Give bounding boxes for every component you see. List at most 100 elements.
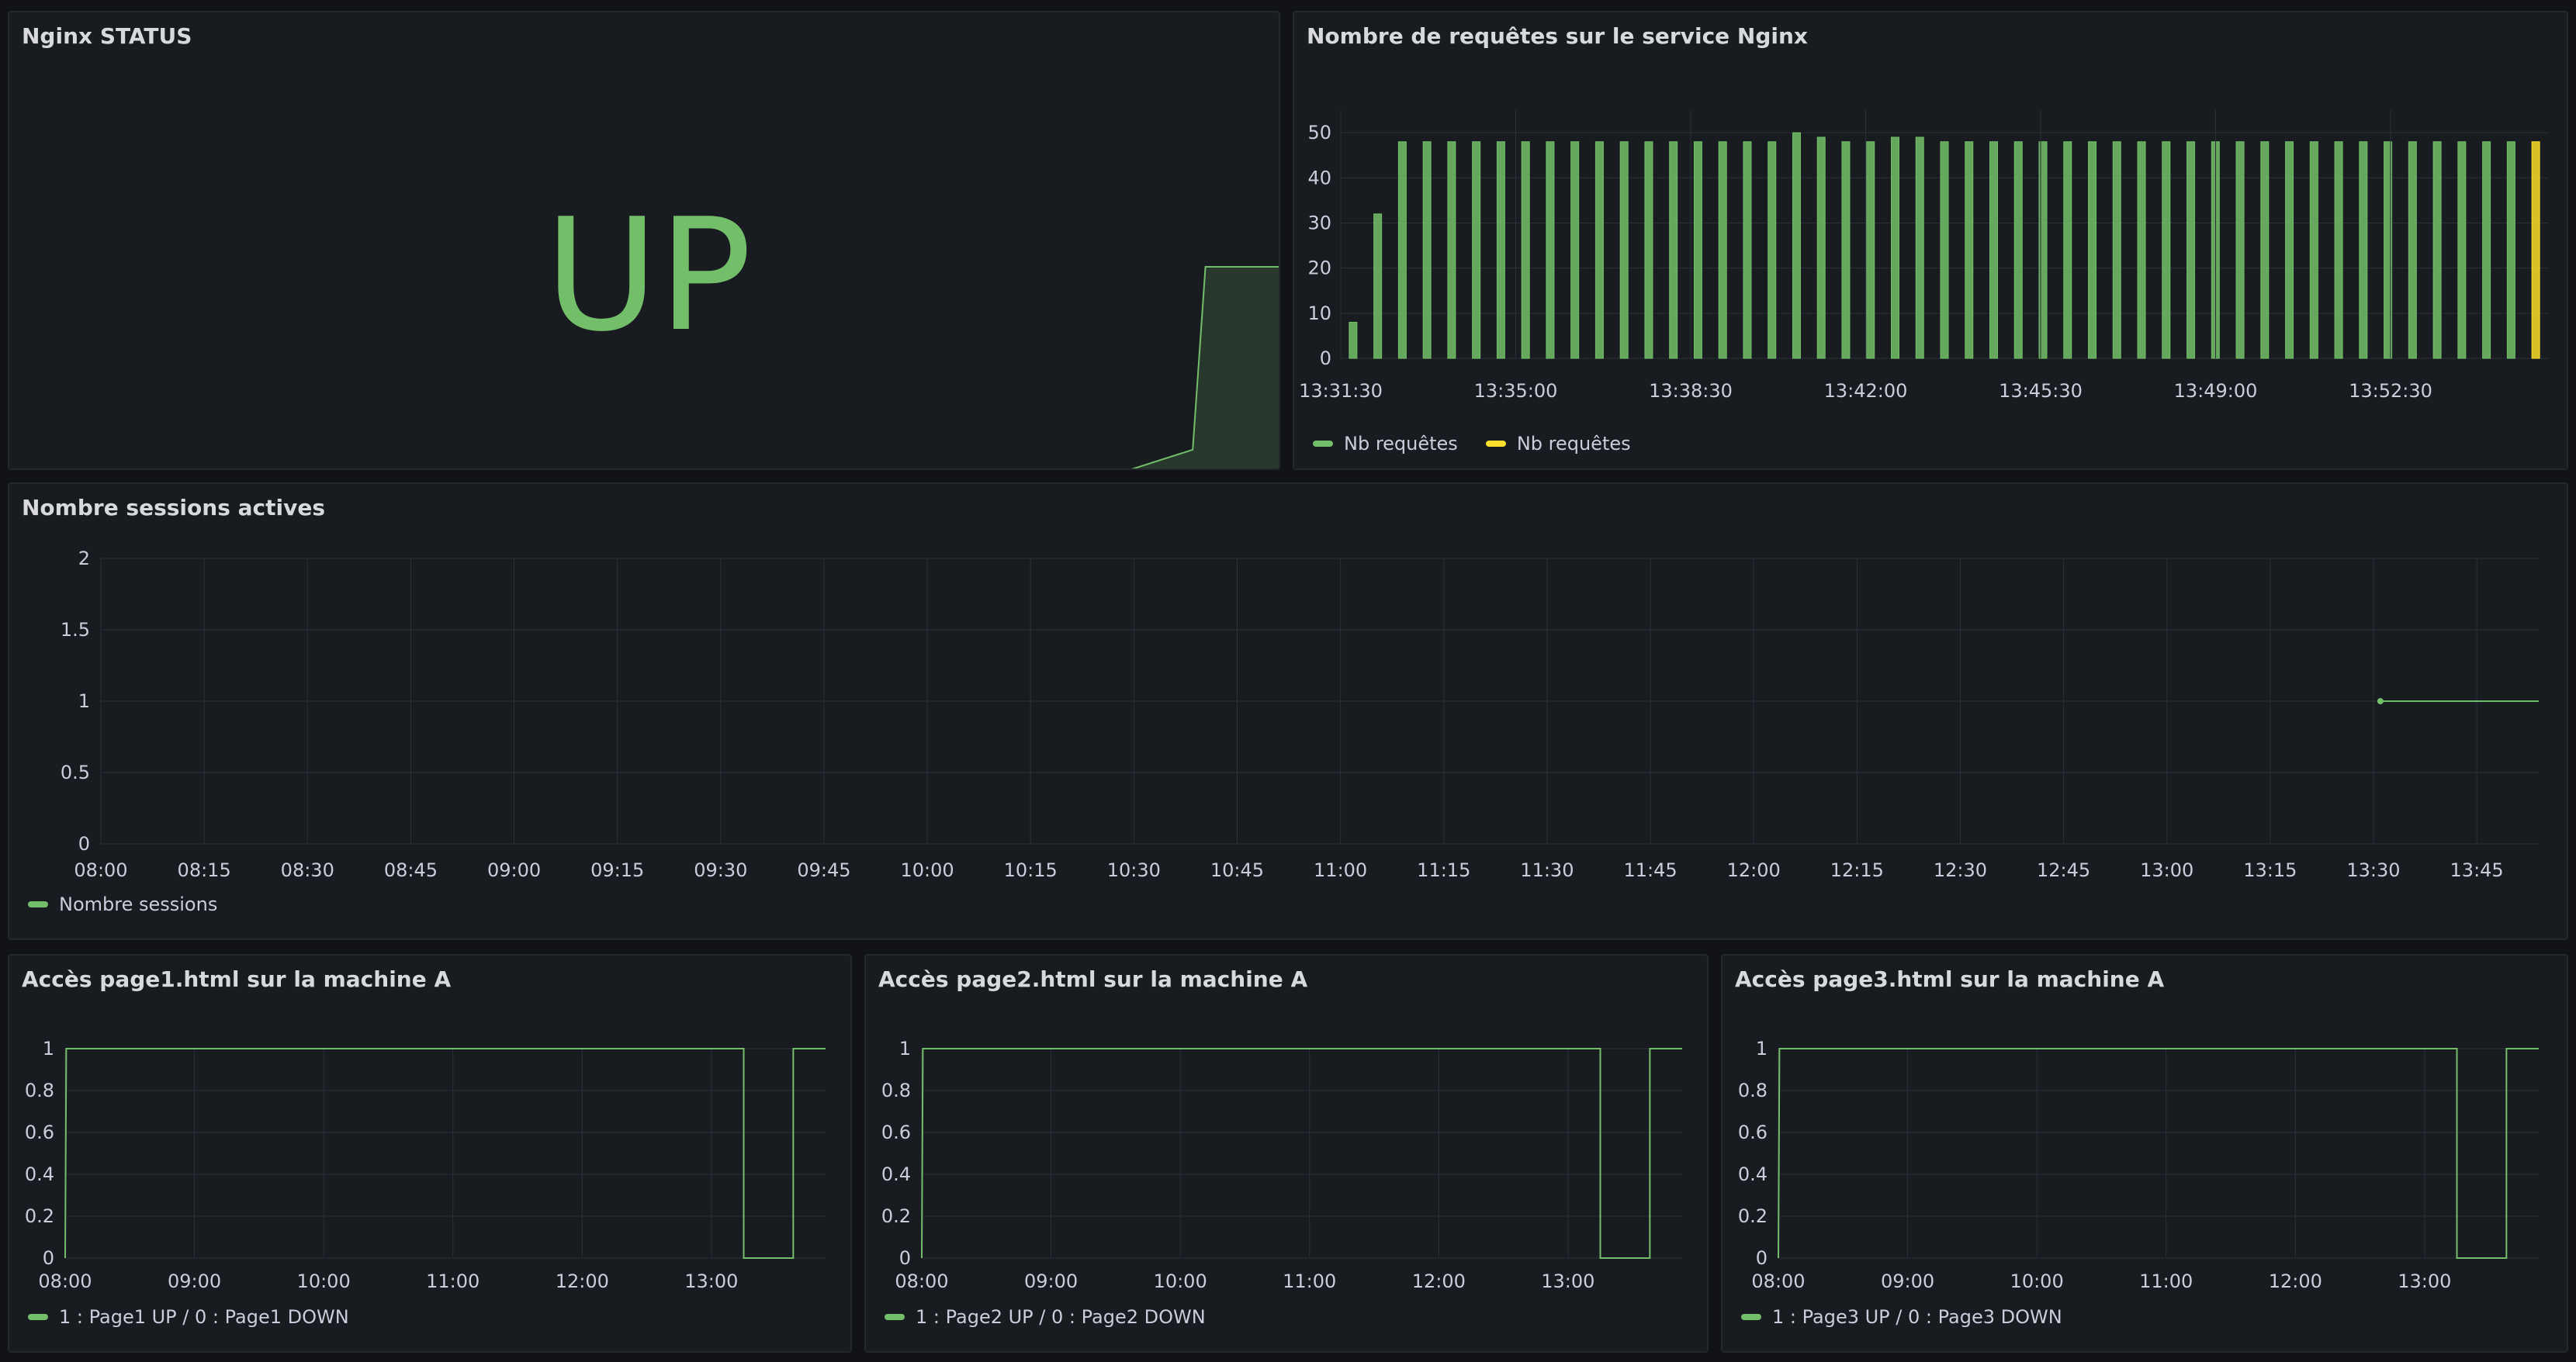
nginx-status-panel[interactable]: Nginx STATUS UP <box>8 11 1280 470</box>
y-tick-label: 0.6 <box>881 1122 911 1143</box>
bar <box>1669 141 1678 359</box>
x-tick-label: 10:15 <box>1004 859 1058 881</box>
x-tick-label: 08:30 <box>281 859 334 881</box>
y-tick-label: 0.6 <box>25 1122 54 1143</box>
bar <box>2112 141 2121 359</box>
x-tick-label: 12:00 <box>1727 859 1781 881</box>
y-tick-label: 1 <box>899 1038 911 1060</box>
bar <box>1349 321 1358 359</box>
y-tick-label: 2 <box>78 548 90 569</box>
legend-label: Nombre sessions <box>59 894 218 915</box>
legend-swatch <box>1741 1314 1761 1320</box>
x-tick-label: 10:45 <box>1210 859 1264 881</box>
chart-legend: Nombre sessions <box>28 894 217 915</box>
legend-item[interactable]: Nb requêtes <box>1485 433 1631 455</box>
x-tick-label: 09:00 <box>487 859 541 881</box>
x-tick-label: 11:00 <box>426 1270 480 1292</box>
bar <box>2013 141 2023 359</box>
y-tick-label: 0 <box>43 1247 54 1269</box>
x-tick-label: 13:31:30 <box>1299 380 1383 402</box>
x-tick-label: 08:45 <box>384 859 438 881</box>
bar <box>2309 141 2318 359</box>
x-tick-label: 13:00 <box>684 1270 738 1292</box>
x-tick-label: 13:52:30 <box>2349 380 2432 402</box>
bar <box>1472 141 1481 359</box>
y-tick-label: 0.2 <box>1738 1205 1768 1227</box>
page2-line-chart: 0 0.2 0.4 0.6 0.8 1 08:00 09:00 10:00 11:00 12:00 1… <box>881 1038 1682 1292</box>
x-tick-label: 13:30 <box>2346 859 2400 881</box>
y-tick-label: 40 <box>1307 167 1331 188</box>
requests-panel[interactable]: Nombre de requêtes sur le service Nginx … <box>1293 11 2568 470</box>
bar <box>2506 141 2515 359</box>
bar <box>1570 141 1580 359</box>
bar <box>1989 141 1999 359</box>
legend-label: 1 : Page1 UP / 0 : Page1 DOWN <box>59 1306 349 1328</box>
y-tick-label: 0.6 <box>1738 1122 1768 1143</box>
legend-item[interactable]: 1 : Page3 UP / 0 : Page3 DOWN <box>1741 1306 2062 1328</box>
bar <box>1644 141 1653 359</box>
y-tick-label: 0 <box>1320 347 1331 369</box>
y-tick-label: 0.4 <box>25 1163 54 1185</box>
y-tick-label: 0 <box>899 1247 911 1269</box>
page3-panel[interactable]: Accès page3.html sur la machine A 0 0.2 0.… <box>1721 954 2568 1353</box>
bar <box>1594 141 1604 359</box>
x-tick-label: 13:49:00 <box>2174 380 2258 402</box>
bar <box>2162 141 2171 359</box>
bar <box>2137 141 2146 359</box>
series-point <box>2377 698 2384 704</box>
page2-panel[interactable]: Accès page2.html sur la machine A 0 0.2 0.… <box>864 954 1709 1353</box>
x-tick-label: 13:35:00 <box>1474 380 1558 402</box>
bar <box>2359 141 2368 359</box>
y-tick-label: 0.2 <box>881 1205 911 1227</box>
y-tick-label: 0.8 <box>25 1080 54 1101</box>
legend-swatch <box>1485 441 1506 447</box>
legend-label: 1 : Page2 UP / 0 : Page2 DOWN <box>916 1306 1206 1328</box>
bar <box>1546 141 1555 359</box>
bar <box>2334 141 2343 359</box>
bar <box>2260 141 2270 359</box>
legend-item[interactable]: 1 : Page1 UP / 0 : Page1 DOWN <box>28 1306 349 1328</box>
y-tick-label: 1 <box>78 690 90 712</box>
x-tick-label: 10:00 <box>2010 1270 2064 1292</box>
y-tick-label: 0.5 <box>61 762 90 783</box>
bar <box>1693 141 1702 359</box>
bar <box>1447 141 1456 359</box>
x-tick-label: 13:38:30 <box>1649 380 1733 402</box>
page1-line-chart: 0 0.2 0.4 0.6 0.8 1 08:00 09:00 10:00 11:00 12:00 1… <box>25 1038 826 1292</box>
page1-panel[interactable]: Accès page1.html sur la machine A 0 0.2 0.… <box>8 954 852 1353</box>
sessions-panel[interactable]: Nombre sessions actives 0 0.5 1 1.5 2 08:00 08… <box>8 482 2568 940</box>
y-tick-label: 1 <box>1756 1038 1768 1060</box>
bar <box>2285 141 2294 359</box>
x-tick-label: 09:45 <box>797 859 850 881</box>
legend-item[interactable]: Nb requêtes <box>1313 433 1458 455</box>
legend-label: 1 : Page3 UP / 0 : Page3 DOWN <box>1772 1306 2062 1328</box>
bar <box>2235 141 2245 359</box>
legend-item[interactable]: 1 : Page2 UP / 0 : Page2 DOWN <box>885 1306 1206 1328</box>
bar <box>2531 141 2540 359</box>
legend-swatch <box>28 901 48 907</box>
y-tick-label: 1 <box>43 1038 54 1060</box>
x-tick-label: 13:00 <box>2398 1270 2451 1292</box>
bar <box>2457 141 2467 359</box>
legend-swatch <box>28 1314 48 1320</box>
y-tick-label: 0.8 <box>881 1080 911 1101</box>
requests-bar-chart: 0 10 20 30 40 50 13:31:30 13:35:00 13:38:30 13:42… <box>1299 110 2548 402</box>
bar <box>1792 132 1801 359</box>
x-tick-label: 12:15 <box>1830 859 1884 881</box>
bar <box>2063 141 2072 359</box>
x-tick-label: 11:00 <box>1314 859 1367 881</box>
x-tick-label: 11:15 <box>1417 859 1470 881</box>
bar <box>1841 141 1851 359</box>
x-tick-label: 13:00 <box>2140 859 2193 881</box>
x-tick-label: 12:00 <box>556 1270 609 1292</box>
legend-item[interactable]: Nombre sessions <box>28 894 217 915</box>
bar <box>1965 141 1974 359</box>
y-tick-label: 0 <box>1756 1247 1768 1269</box>
x-tick-label: 09:00 <box>1881 1270 1934 1292</box>
legend-label: Nb requêtes <box>1516 433 1631 455</box>
status-value: UP <box>545 185 752 366</box>
chart-legend: 1 : Page1 UP / 0 : Page1 DOWN <box>28 1306 349 1328</box>
x-tick-label: 10:30 <box>1107 859 1161 881</box>
bar <box>1619 141 1629 359</box>
x-tick-label: 11:45 <box>1623 859 1677 881</box>
